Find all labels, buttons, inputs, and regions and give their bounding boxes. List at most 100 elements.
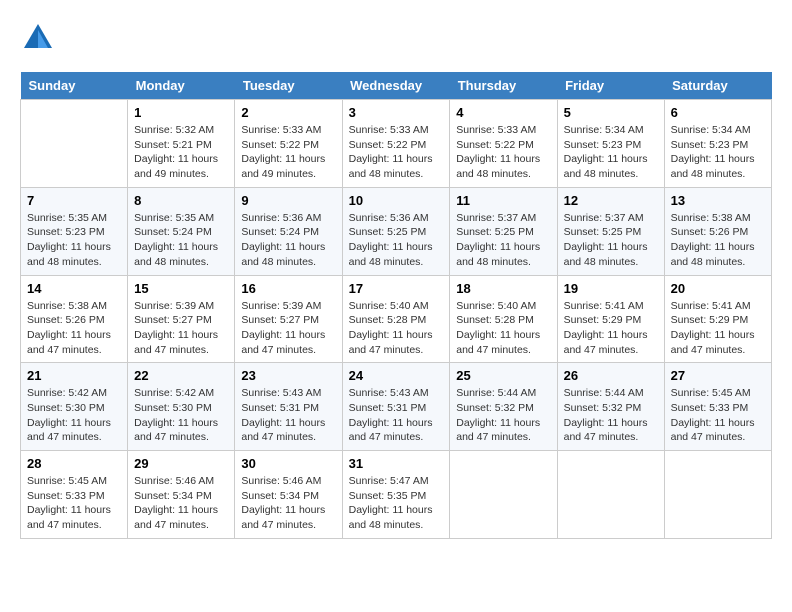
day-cell: 25 Sunrise: 5:44 AM Sunset: 5:32 PM Dayli…: [450, 363, 557, 451]
header-row: SundayMondayTuesdayWednesdayThursdayFrid…: [21, 72, 772, 100]
day-cell: 31 Sunrise: 5:47 AM Sunset: 5:35 PM Dayli…: [342, 451, 450, 539]
col-header-thursday: Thursday: [450, 72, 557, 100]
day-number: 4: [456, 105, 550, 120]
day-number: 13: [671, 193, 765, 208]
day-info: Sunrise: 5:35 AM Sunset: 5:23 PM Dayligh…: [27, 211, 121, 270]
day-info: Sunrise: 5:39 AM Sunset: 5:27 PM Dayligh…: [241, 299, 335, 358]
day-cell: 3Sunrise: 5:33 AM Sunset: 5:22 PM Daylig…: [342, 100, 450, 188]
day-number: 18: [456, 281, 550, 296]
day-info: Sunrise: 5:41 AM Sunset: 5:29 PM Dayligh…: [564, 299, 658, 358]
col-header-tuesday: Tuesday: [235, 72, 342, 100]
week-row-3: 21 Sunrise: 5:42 AM Sunset: 5:30 PM Dayli…: [21, 363, 772, 451]
day-cell: 24 Sunrise: 5:43 AM Sunset: 5:31 PM Dayli…: [342, 363, 450, 451]
day-cell: [664, 451, 771, 539]
day-info: Sunrise: 5:42 AM Sunset: 5:30 PM Dayligh…: [27, 386, 121, 445]
day-cell: 23 Sunrise: 5:43 AM Sunset: 5:31 PM Dayli…: [235, 363, 342, 451]
day-number: 29: [134, 456, 228, 471]
day-info: Sunrise: 5:46 AM Sunset: 5:34 PM Dayligh…: [134, 474, 228, 533]
day-number: 10: [349, 193, 444, 208]
day-cell: 10 Sunrise: 5:36 AM Sunset: 5:25 PM Dayli…: [342, 187, 450, 275]
day-info: Sunrise: 5:47 AM Sunset: 5:35 PM Dayligh…: [349, 474, 444, 533]
day-cell: 11 Sunrise: 5:37 AM Sunset: 5:25 PM Dayli…: [450, 187, 557, 275]
day-info: Sunrise: 5:32 AM Sunset: 5:21 PM Dayligh…: [134, 123, 228, 182]
logo: [20, 20, 60, 56]
day-number: 26: [564, 368, 658, 383]
day-number: 12: [564, 193, 658, 208]
day-number: 25: [456, 368, 550, 383]
col-header-friday: Friday: [557, 72, 664, 100]
day-cell: [450, 451, 557, 539]
day-number: 6: [671, 105, 765, 120]
day-number: 16: [241, 281, 335, 296]
day-cell: 29 Sunrise: 5:46 AM Sunset: 5:34 PM Dayli…: [128, 451, 235, 539]
day-number: 22: [134, 368, 228, 383]
day-info: Sunrise: 5:40 AM Sunset: 5:28 PM Dayligh…: [349, 299, 444, 358]
day-cell: [557, 451, 664, 539]
logo-icon: [20, 20, 56, 56]
day-info: Sunrise: 5:38 AM Sunset: 5:26 PM Dayligh…: [27, 299, 121, 358]
day-cell: 30 Sunrise: 5:46 AM Sunset: 5:34 PM Dayli…: [235, 451, 342, 539]
day-number: 17: [349, 281, 444, 296]
day-cell: 8 Sunrise: 5:35 AM Sunset: 5:24 PM Daylig…: [128, 187, 235, 275]
day-info: Sunrise: 5:44 AM Sunset: 5:32 PM Dayligh…: [456, 386, 550, 445]
day-number: 2: [241, 105, 335, 120]
day-cell: 4 Sunrise: 5:33 AM Sunset: 5:22 PM Daylig…: [450, 100, 557, 188]
day-info: Sunrise: 5:36 AM Sunset: 5:24 PM Dayligh…: [241, 211, 335, 270]
col-header-wednesday: Wednesday: [342, 72, 450, 100]
day-number: 8: [134, 193, 228, 208]
day-info: Sunrise: 5:39 AM Sunset: 5:27 PM Dayligh…: [134, 299, 228, 358]
day-number: 1: [134, 105, 228, 120]
week-row-4: 28 Sunrise: 5:45 AM Sunset: 5:33 PM Dayli…: [21, 451, 772, 539]
day-number: 23: [241, 368, 335, 383]
week-row-2: 14 Sunrise: 5:38 AM Sunset: 5:26 PM Dayli…: [21, 275, 772, 363]
day-cell: 9 Sunrise: 5:36 AM Sunset: 5:24 PM Daylig…: [235, 187, 342, 275]
day-cell: 19Sunrise: 5:41 AM Sunset: 5:29 PM Dayli…: [557, 275, 664, 363]
day-number: 14: [27, 281, 121, 296]
day-number: 5: [564, 105, 658, 120]
day-info: Sunrise: 5:34 AM Sunset: 5:23 PM Dayligh…: [564, 123, 658, 182]
page-header: [20, 20, 772, 56]
col-header-sunday: Sunday: [21, 72, 128, 100]
day-info: Sunrise: 5:43 AM Sunset: 5:31 PM Dayligh…: [241, 386, 335, 445]
day-cell: 27Sunrise: 5:45 AM Sunset: 5:33 PM Dayli…: [664, 363, 771, 451]
day-number: 21: [27, 368, 121, 383]
col-header-monday: Monday: [128, 72, 235, 100]
day-cell: 12 Sunrise: 5:37 AM Sunset: 5:25 PM Dayli…: [557, 187, 664, 275]
day-number: 3: [349, 105, 444, 120]
day-number: 28: [27, 456, 121, 471]
day-info: Sunrise: 5:37 AM Sunset: 5:25 PM Dayligh…: [564, 211, 658, 270]
day-cell: 13 Sunrise: 5:38 AM Sunset: 5:26 PM Dayli…: [664, 187, 771, 275]
day-number: 9: [241, 193, 335, 208]
day-info: Sunrise: 5:43 AM Sunset: 5:31 PM Dayligh…: [349, 386, 444, 445]
day-number: 30: [241, 456, 335, 471]
day-info: Sunrise: 5:41 AM Sunset: 5:29 PM Dayligh…: [671, 299, 765, 358]
day-info: Sunrise: 5:37 AM Sunset: 5:25 PM Dayligh…: [456, 211, 550, 270]
day-info: Sunrise: 5:33 AM Sunset: 5:22 PM Dayligh…: [456, 123, 550, 182]
day-info: Sunrise: 5:35 AM Sunset: 5:24 PM Dayligh…: [134, 211, 228, 270]
day-info: Sunrise: 5:34 AM Sunset: 5:23 PM Dayligh…: [671, 123, 765, 182]
day-number: 20: [671, 281, 765, 296]
day-info: Sunrise: 5:46 AM Sunset: 5:34 PM Dayligh…: [241, 474, 335, 533]
day-cell: 28 Sunrise: 5:45 AM Sunset: 5:33 PM Dayli…: [21, 451, 128, 539]
day-cell: 17 Sunrise: 5:40 AM Sunset: 5:28 PM Dayli…: [342, 275, 450, 363]
day-cell: 7 Sunrise: 5:35 AM Sunset: 5:23 PM Daylig…: [21, 187, 128, 275]
day-cell: 15Sunrise: 5:39 AM Sunset: 5:27 PM Dayli…: [128, 275, 235, 363]
day-cell: 26 Sunrise: 5:44 AM Sunset: 5:32 PM Dayli…: [557, 363, 664, 451]
day-cell: 14 Sunrise: 5:38 AM Sunset: 5:26 PM Dayli…: [21, 275, 128, 363]
day-info: Sunrise: 5:36 AM Sunset: 5:25 PM Dayligh…: [349, 211, 444, 270]
col-header-saturday: Saturday: [664, 72, 771, 100]
day-cell: 18Sunrise: 5:40 AM Sunset: 5:28 PM Dayli…: [450, 275, 557, 363]
day-number: 11: [456, 193, 550, 208]
day-info: Sunrise: 5:38 AM Sunset: 5:26 PM Dayligh…: [671, 211, 765, 270]
day-number: 24: [349, 368, 444, 383]
day-info: Sunrise: 5:42 AM Sunset: 5:30 PM Dayligh…: [134, 386, 228, 445]
day-cell: 22 Sunrise: 5:42 AM Sunset: 5:30 PM Dayli…: [128, 363, 235, 451]
day-number: 27: [671, 368, 765, 383]
day-number: 7: [27, 193, 121, 208]
calendar-table: SundayMondayTuesdayWednesdayThursdayFrid…: [20, 72, 772, 539]
day-cell: 5 Sunrise: 5:34 AM Sunset: 5:23 PM Daylig…: [557, 100, 664, 188]
day-info: Sunrise: 5:44 AM Sunset: 5:32 PM Dayligh…: [564, 386, 658, 445]
day-info: Sunrise: 5:45 AM Sunset: 5:33 PM Dayligh…: [27, 474, 121, 533]
day-number: 31: [349, 456, 444, 471]
day-cell: 16 Sunrise: 5:39 AM Sunset: 5:27 PM Dayli…: [235, 275, 342, 363]
